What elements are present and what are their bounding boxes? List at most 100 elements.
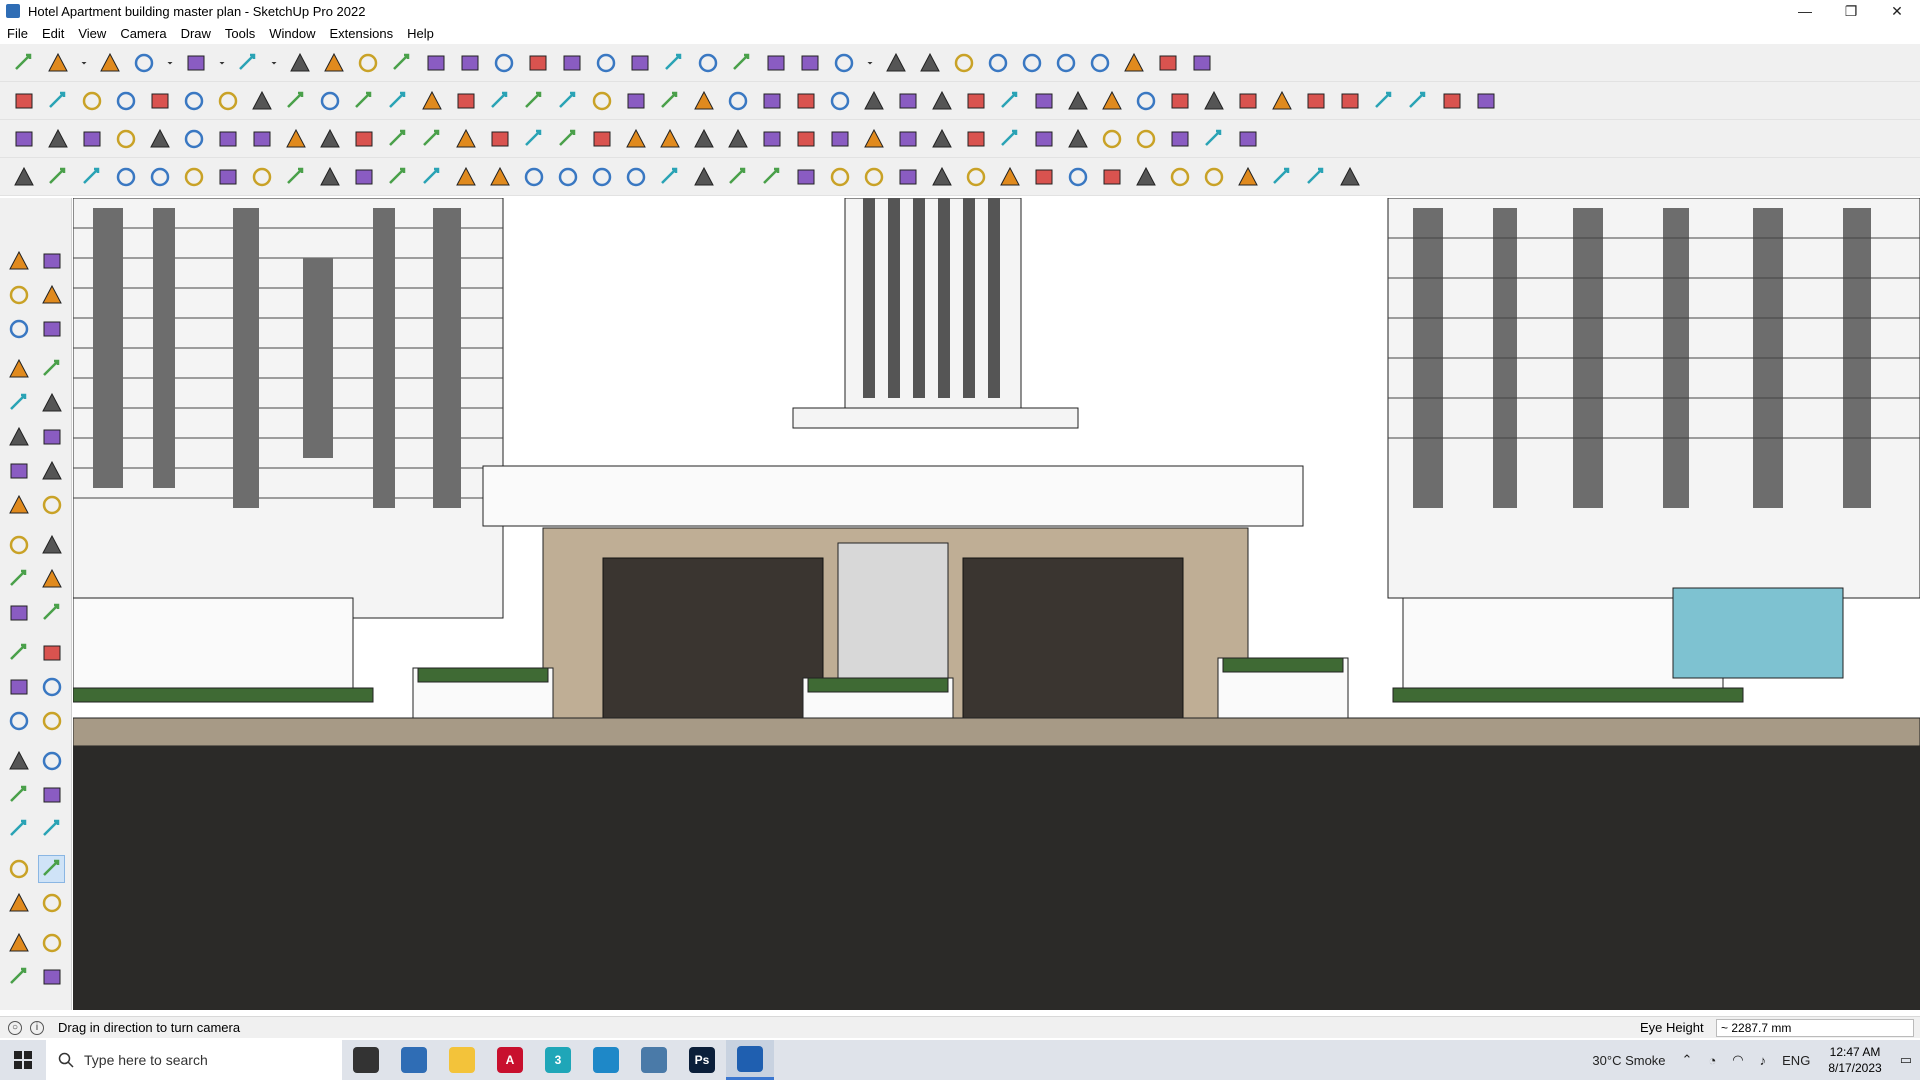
cross-green-icon[interactable] <box>486 125 514 153</box>
knife-icon[interactable] <box>826 87 854 115</box>
plane2-icon[interactable] <box>452 87 480 115</box>
brick-icon[interactable] <box>1098 125 1126 153</box>
shelf-icon[interactable] <box>1030 125 1058 153</box>
arc-icon[interactable] <box>6 457 33 485</box>
close-icon[interactable] <box>146 125 174 153</box>
maximize-button[interactable]: ❐ <box>1828 0 1874 22</box>
shell-icon[interactable] <box>690 163 718 191</box>
weather-widget[interactable]: 30°C Smoke <box>1592 1053 1665 1068</box>
taskbar-search[interactable]: Type here to search <box>46 1040 342 1080</box>
section-fill-icon[interactable] <box>6 963 33 991</box>
menu-view[interactable]: View <box>71 26 113 41</box>
section-display-icon[interactable] <box>39 963 66 991</box>
orbit-icon[interactable] <box>39 247 66 275</box>
sun-icon[interactable] <box>1234 163 1262 191</box>
roof-icon[interactable] <box>1268 87 1296 115</box>
arc-icon[interactable] <box>1030 87 1058 115</box>
gem-icon[interactable] <box>996 125 1024 153</box>
pan-icon[interactable] <box>592 49 620 77</box>
bolt-icon[interactable] <box>146 163 174 191</box>
sketchup-icon[interactable] <box>726 1040 774 1080</box>
calculator-icon[interactable] <box>390 1040 438 1080</box>
circle-icon[interactable] <box>860 87 888 115</box>
move-icon[interactable] <box>354 49 382 77</box>
dropdown-icon[interactable] <box>216 49 228 77</box>
photoshop-icon[interactable]: Ps <box>678 1040 726 1080</box>
grid-icon[interactable] <box>1302 87 1330 115</box>
fence-icon[interactable] <box>1166 163 1194 191</box>
3d-text-icon[interactable] <box>39 707 66 735</box>
arrows-icon[interactable] <box>894 125 922 153</box>
fan-icon[interactable] <box>724 163 752 191</box>
box-grey-icon[interactable] <box>78 87 106 115</box>
push-pull-icon[interactable] <box>286 49 314 77</box>
select-back-icon[interactable] <box>916 49 944 77</box>
parallel-icon[interactable] <box>996 87 1024 115</box>
plane3-icon[interactable] <box>486 87 514 115</box>
section-fill-icon[interactable] <box>728 49 756 77</box>
footprints-icon[interactable] <box>6 889 33 917</box>
menu-extensions[interactable]: Extensions <box>323 26 401 41</box>
select-icon[interactable] <box>6 247 33 275</box>
model-viewport[interactable] <box>73 198 1920 1010</box>
swoop-icon[interactable] <box>486 163 514 191</box>
spring-icon[interactable] <box>180 125 208 153</box>
menu-file[interactable]: File <box>0 26 35 41</box>
ellipse-icon[interactable] <box>962 87 990 115</box>
network-icon[interactable]: ◔ <box>1708 1053 1716 1068</box>
menu-tools[interactable]: Tools <box>218 26 262 41</box>
volume-icon[interactable]: ♪ <box>1760 1053 1767 1068</box>
stair2-icon[interactable] <box>962 163 990 191</box>
camera-icon[interactable] <box>830 49 858 77</box>
box-yellow-icon[interactable] <box>10 87 38 115</box>
push-x-icon[interactable] <box>316 87 344 115</box>
loop-icon[interactable] <box>656 125 684 153</box>
paint-icon[interactable] <box>524 49 552 77</box>
bezier-icon[interactable] <box>1200 125 1228 153</box>
solid-icon[interactable] <box>520 87 548 115</box>
bench-icon[interactable] <box>316 125 344 153</box>
axes-icon[interactable] <box>6 707 33 735</box>
menu-help[interactable]: Help <box>400 26 441 41</box>
eraser-icon[interactable] <box>96 49 124 77</box>
window-icon[interactable] <box>1064 125 1092 153</box>
notifications-icon[interactable]: ▭ <box>1900 1052 1912 1068</box>
solid2-icon[interactable] <box>554 87 582 115</box>
follow-me-icon[interactable] <box>320 49 348 77</box>
pipe-icon[interactable] <box>350 125 378 153</box>
line-icon[interactable] <box>452 163 480 191</box>
scale-icon[interactable] <box>6 599 33 627</box>
start-button[interactable] <box>0 1040 46 1080</box>
magnet-icon[interactable] <box>826 125 854 153</box>
axis-icon[interactable] <box>950 49 978 77</box>
panel-icon[interactable] <box>996 163 1024 191</box>
close-button[interactable]: ✕ <box>1874 0 1920 22</box>
truck-icon[interactable] <box>78 163 106 191</box>
wrap-icon[interactable] <box>1188 49 1216 77</box>
house1-icon[interactable] <box>588 87 616 115</box>
house2-icon[interactable] <box>622 87 650 115</box>
trim-icon[interactable] <box>1472 87 1500 115</box>
pencil-icon[interactable] <box>130 49 158 77</box>
hand-icon[interactable] <box>656 163 684 191</box>
brick2-icon[interactable] <box>1132 125 1160 153</box>
cycle-icon[interactable] <box>1166 87 1194 115</box>
wheel-icon[interactable] <box>282 163 310 191</box>
dropdown-icon[interactable] <box>268 49 280 77</box>
orbit-icon[interactable] <box>558 49 586 77</box>
push-pull-icon[interactable] <box>39 531 66 559</box>
stairs-icon[interactable] <box>248 125 276 153</box>
align-icon[interactable] <box>1052 49 1080 77</box>
section-icon[interactable] <box>694 49 722 77</box>
orbit-color-icon[interactable] <box>6 747 33 775</box>
redo-icon[interactable] <box>1154 49 1182 77</box>
geo-location-icon[interactable]: ○ <box>8 1020 22 1035</box>
flip2-icon[interactable] <box>1018 49 1046 77</box>
edge-icon[interactable] <box>582 1040 630 1080</box>
eraser2-icon[interactable] <box>1234 87 1262 115</box>
lines-icon[interactable] <box>1302 163 1330 191</box>
tape-icon[interactable] <box>39 315 66 343</box>
expand-icon[interactable] <box>1234 125 1262 153</box>
follow-me-icon[interactable] <box>39 565 66 593</box>
chevron-up-icon[interactable]: ⌃ <box>1682 1052 1693 1068</box>
